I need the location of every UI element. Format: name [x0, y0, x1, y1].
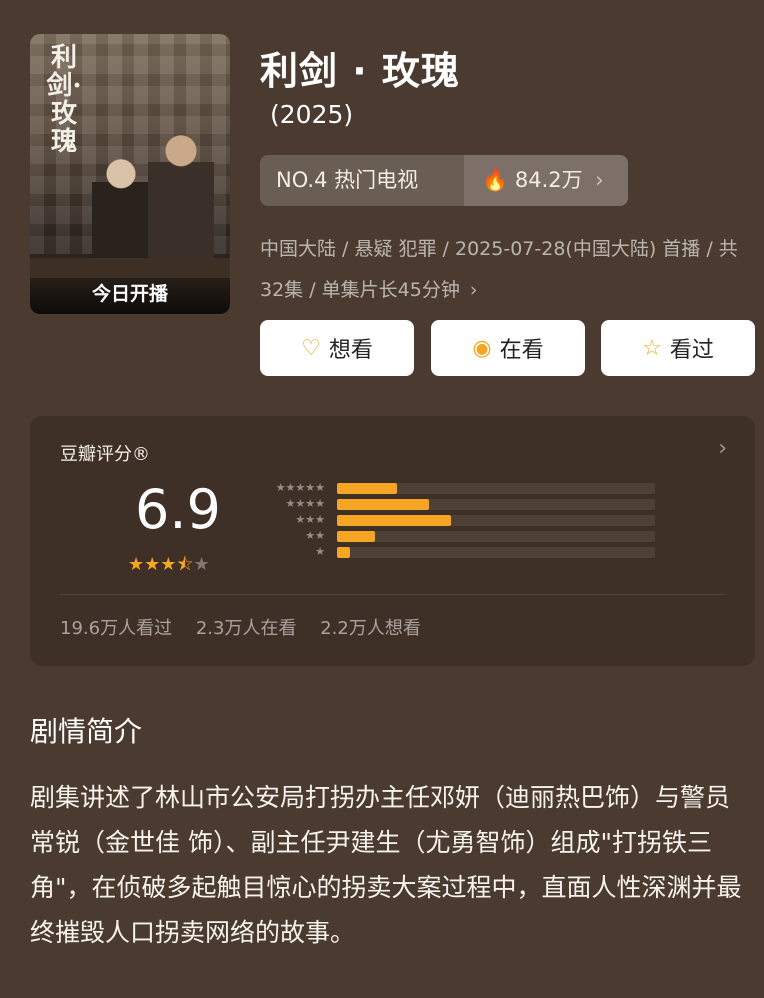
watched-label: 看过 [669, 338, 714, 363]
dist-track [337, 547, 655, 558]
show-title: 利剑 · 玫瑰 [260, 49, 460, 93]
want-to-watch-button[interactable]: ♡ 想看 [260, 320, 414, 376]
rating-stars: ★★★⯪★ [128, 552, 210, 582]
heat-value: 84.2万 [514, 168, 583, 192]
stat-watching: 2.3万人在看 [195, 618, 297, 639]
star-filled-icon: ★ [160, 554, 177, 575]
target-icon: ◉ [472, 335, 492, 361]
dist-bar-4 [337, 499, 430, 510]
show-meta[interactable]: 中国大陆 / 悬疑 犯罪 / 2025-07-28(中国大陆) 首播 / 共32… [260, 229, 750, 311]
poster-figure-man [148, 130, 214, 260]
watched-button[interactable]: ☆ 看过 [601, 320, 755, 376]
star-empty-icon: ★ [193, 554, 210, 575]
fire-icon: 🔥 [482, 168, 509, 192]
rating-source-label: 豆瓣评分® [60, 444, 150, 465]
star-filled-icon: ★ [144, 554, 161, 575]
heart-plus-icon: ♡ [301, 335, 321, 361]
star-outline-icon: ☆ [642, 335, 662, 361]
rating-distribution: ★★★★★ ★★★★ ★★★ ★★ ★ [255, 480, 655, 560]
synopsis-text: 剧集讲述了林山市公安局打拐办主任邓妍（迪丽热巴饰）与警员常锐（金世佳 饰）、副主… [30, 783, 742, 947]
premiere-badge: 今日开播 [30, 278, 230, 314]
stat-watched: 19.6万人看过 [60, 618, 173, 639]
dist-track [337, 499, 655, 510]
dist-track [337, 531, 655, 542]
watching-button[interactable]: ◉ 在看 [431, 320, 585, 376]
want-to-watch-label: 想看 [328, 338, 373, 363]
poster-desk [30, 258, 230, 278]
dist-bar-5 [337, 483, 398, 494]
dist-stars-label: ★ [315, 545, 325, 558]
dist-bar-2 [337, 531, 376, 542]
dist-row-3: ★★★ [255, 512, 655, 528]
rating-stats: 19.6万人看过 2.3万人在看 2.2万人想看 [60, 614, 439, 640]
star-filled-icon: ★ [128, 554, 145, 575]
poster-image[interactable]: 利剑·玫瑰 今日开播 [30, 34, 230, 314]
meta-text: 中国大陆 / 悬疑 犯罪 / 2025-07-28(中国大陆) 首播 / 共32… [260, 238, 738, 301]
rank-pill[interactable]: NO.4 热门电视 🔥 84.2万 › [260, 155, 628, 206]
rating-score: 6.9 [135, 478, 221, 541]
rating-card[interactable]: 豆瓣评分® › 6.9 ★★★⯪★ ★★★★★ ★★★★ ★★★ ★★ ★ 19… [30, 416, 755, 666]
stat-want: 2.2万人想看 [320, 618, 421, 639]
heat-counter[interactable]: 🔥 84.2万 › [464, 155, 628, 206]
dist-bar-1 [337, 547, 350, 558]
rank-label[interactable]: NO.4 热门电视 [260, 155, 464, 206]
dist-row-4: ★★★★ [255, 496, 655, 512]
poster-title: 利剑·玫瑰 [46, 43, 82, 157]
dist-stars-label: ★★★★★ [275, 481, 325, 494]
chevron-right-icon: › [595, 168, 604, 192]
dist-row-2: ★★ [255, 528, 655, 544]
dist-track [337, 515, 655, 526]
dist-bar-3 [337, 515, 452, 526]
dist-stars-label: ★★★★ [285, 497, 325, 510]
chevron-right-icon[interactable]: › [718, 436, 727, 461]
divider [60, 594, 725, 595]
show-year: (2025) [270, 100, 354, 129]
dist-row-5: ★★★★★ [255, 480, 655, 496]
chevron-right-icon: › [469, 279, 478, 301]
dist-stars-label: ★★ [305, 529, 325, 542]
poster-figure-woman [92, 154, 150, 264]
dist-row-1: ★ [255, 544, 655, 560]
star-half-icon: ⯪ [176, 554, 194, 575]
synopsis-title: 剧情简介 [30, 715, 143, 748]
watching-label: 在看 [499, 338, 544, 363]
dist-stars-label: ★★★ [295, 513, 325, 526]
dist-track [337, 483, 655, 494]
